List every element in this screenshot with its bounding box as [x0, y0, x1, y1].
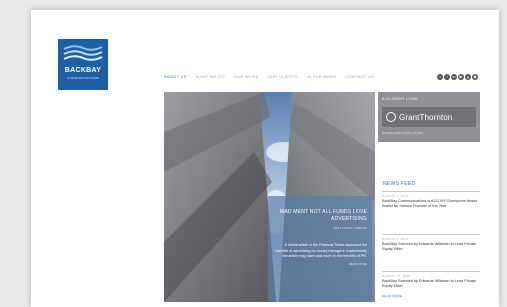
backbay-logo[interactable]: BACKBAY COMMUNICATIONS — [58, 39, 108, 90]
facebook-icon[interactable]: f — [444, 74, 450, 80]
wave-logo-icon — [63, 45, 103, 61]
hero-feature[interactable]: MAD MENT NOT ALL FUNDS LOVE ADVERTISING … — [164, 92, 375, 302]
hero-author: MATT FOX/FT, LONDON — [333, 226, 367, 230]
main-nav: ABOUT US WHAT WE DO OUR WORK OUR CLIENTS… — [164, 74, 374, 79]
news-text: BackBay Selected by Edwards Wildman to L… — [382, 279, 477, 289]
news-item[interactable]: AUGUST 7, 2013 BackBay Selected by Edwar… — [382, 234, 480, 271]
grant-thornton-logo-icon — [386, 112, 396, 122]
social-links: t f in ▶ g ◉ — [437, 74, 478, 80]
news-text: BackBay Selected by Edwards Wildman to L… — [382, 242, 477, 252]
google-plus-icon[interactable]: g — [465, 74, 471, 80]
news-text: BackBay Communications is ACG NY Champio… — [382, 199, 478, 209]
closer-look-heading: A CLOSER LOOK — [382, 96, 419, 101]
news-item[interactable]: AUGUST 7, 2013 BackBay Communications is… — [382, 191, 480, 234]
nav-what-we-do[interactable]: WHAT WE DO — [196, 74, 225, 79]
news-date: AUGUST 7, 2013 — [382, 194, 409, 198]
nav-our-work[interactable]: OUR WORK — [234, 74, 259, 79]
hero-title: MAD MENT NOT ALL FUNDS LOVE ADVERTISING — [280, 209, 367, 222]
nav-our-clients[interactable]: OUR CLIENTS — [268, 74, 298, 79]
news-feed-list: AUGUST 7, 2013 BackBay Communications is… — [382, 191, 480, 298]
logo-name: BACKBAY — [64, 67, 102, 74]
news-date: AUGUST 7, 2013 — [382, 237, 409, 241]
logo-subtitle: COMMUNICATIONS — [67, 76, 99, 80]
hero-read-more-link[interactable]: READ MORE — [273, 262, 367, 266]
download-case-study-link[interactable]: DOWNLOAD CASE STUDY — [382, 131, 423, 135]
youtube-icon[interactable]: ▶ — [458, 74, 464, 80]
news-item[interactable]: AUGUST 17, 2013 BackBay Selected by Edwa… — [382, 271, 480, 298]
grant-thornton-banner[interactable]: GrantThornton — [382, 107, 476, 127]
hero-body: A recent article in the Financial Times … — [275, 243, 368, 259]
nav-in-the-news[interactable]: IN THE NEWS — [307, 74, 336, 79]
news-feed-title: NEWS FEED — [383, 181, 416, 187]
rss-icon[interactable]: ◉ — [472, 74, 478, 80]
grant-thornton-brand: GrantThornton — [399, 112, 453, 122]
hero-caption: MAD MENT NOT ALL FUNDS LOVE ADVERTISING … — [268, 196, 372, 302]
closer-look-panel[interactable]: A CLOSER LOOK GrantThornton DOWNLOAD CAS… — [378, 92, 480, 142]
page: BACKBAY COMMUNICATIONS ABOUT US WHAT WE … — [31, 10, 499, 307]
news-date: AUGUST 17, 2013 — [382, 274, 410, 278]
linkedin-icon[interactable]: in — [451, 74, 457, 80]
news-read-more-link[interactable]: READ MORE — [382, 294, 480, 298]
nav-about-us[interactable]: ABOUT US — [164, 74, 187, 79]
twitter-icon[interactable]: t — [437, 74, 443, 80]
nav-contact-us[interactable]: CONTACT US — [345, 74, 374, 79]
